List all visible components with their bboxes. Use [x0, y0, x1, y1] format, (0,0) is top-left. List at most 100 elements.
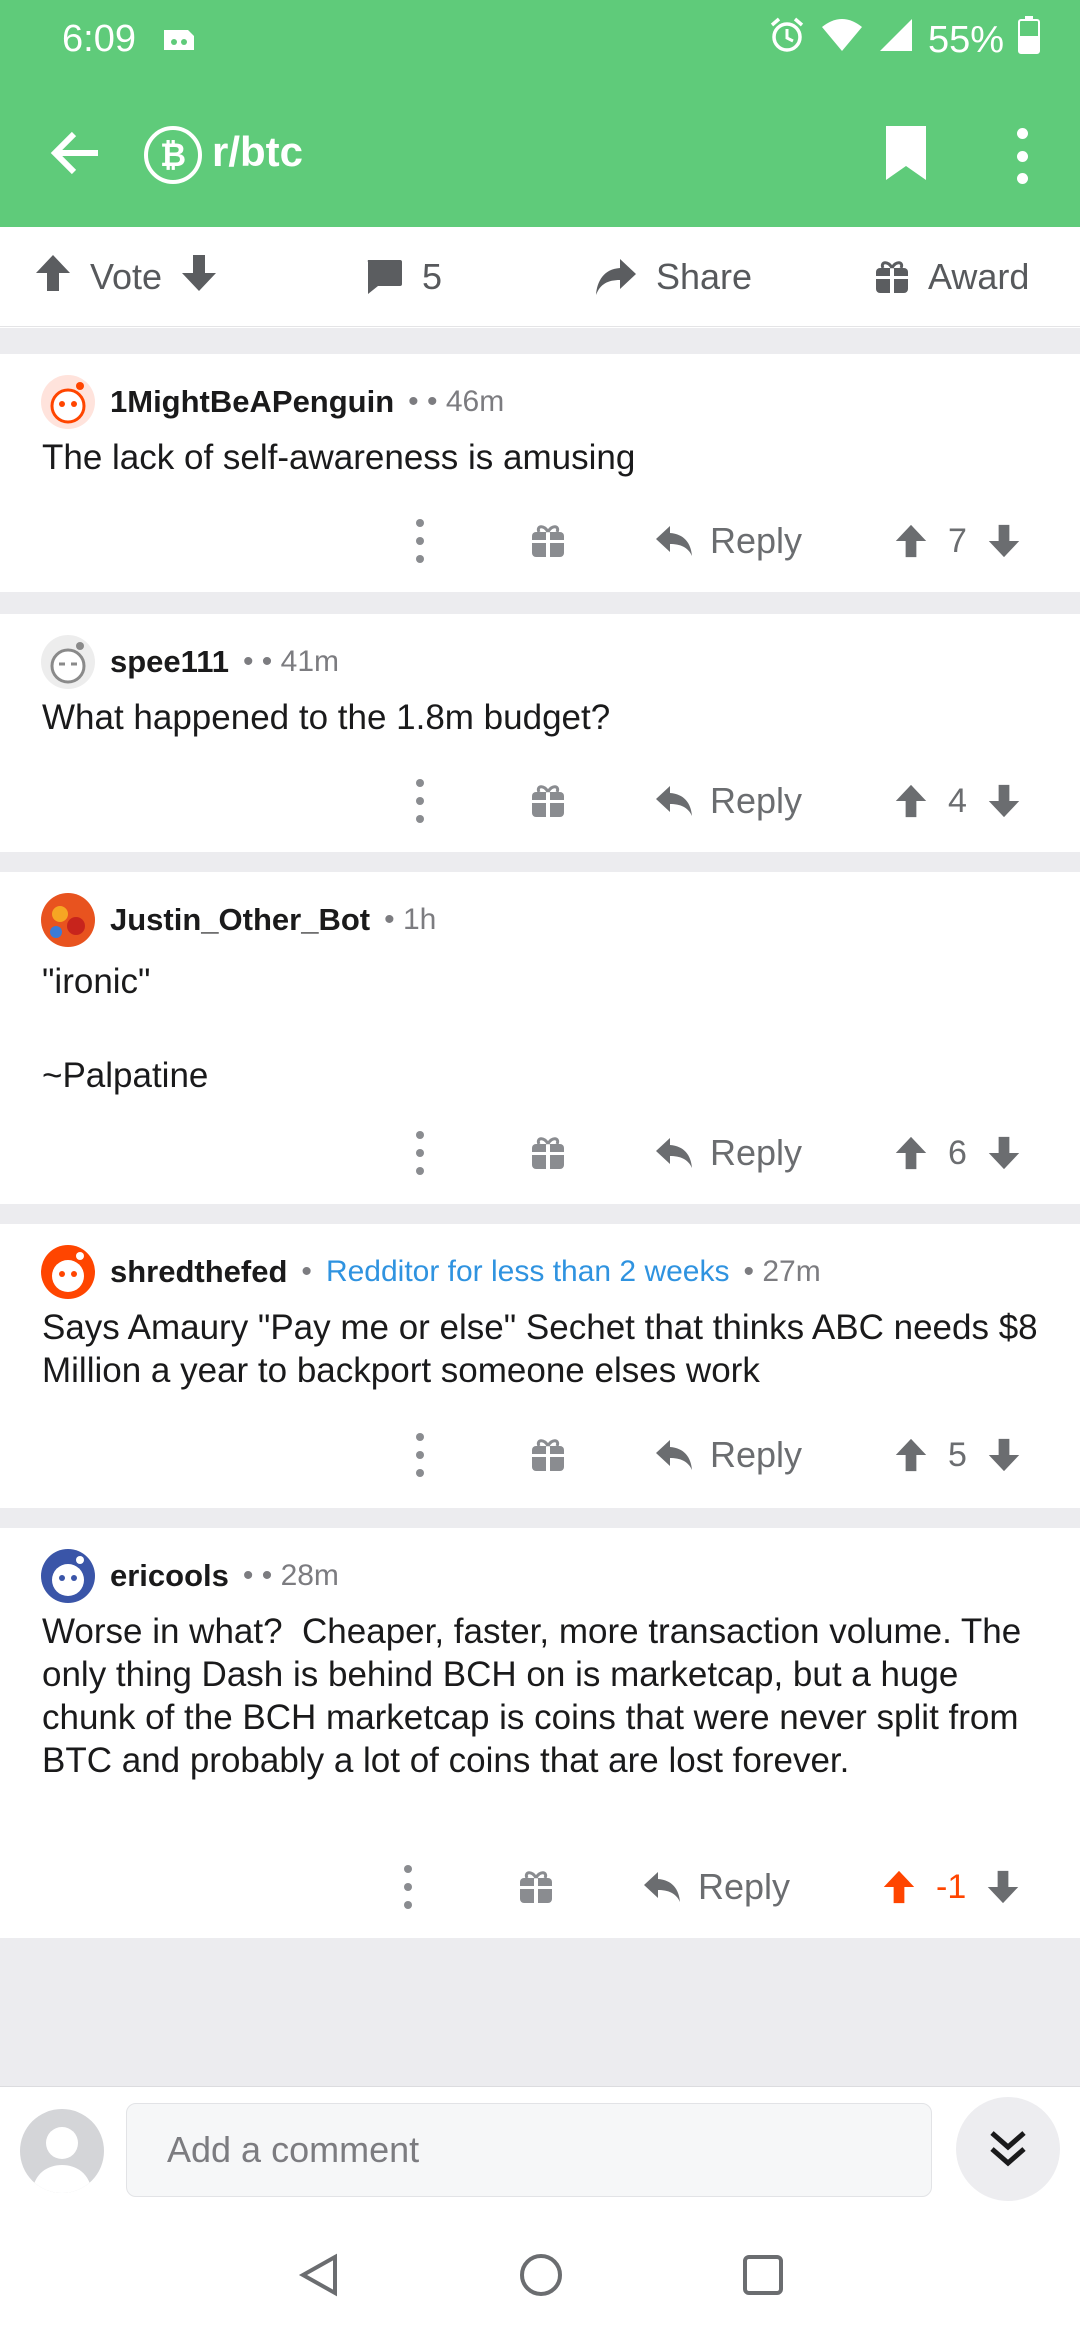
wifi-icon [820, 17, 864, 63]
upvote-arrow-icon[interactable] [894, 523, 928, 559]
downvote-arrow-icon[interactable] [987, 783, 1021, 819]
reply-label: Reply [710, 780, 803, 821]
reply-button[interactable]: Reply [654, 506, 802, 576]
user-avatar[interactable] [20, 2109, 104, 2193]
comments-count-button[interactable]: 5 [364, 227, 442, 327]
comment-header: shredthefed • Redditor for less than 2 w… [40, 1244, 821, 1300]
comment-bubble-icon [367, 260, 402, 294]
comment-actions: Reply 5 [0, 1420, 1080, 1490]
back-button[interactable] [40, 118, 110, 188]
downvote-arrow-icon[interactable] [987, 1437, 1021, 1473]
comment-actions: Reply -1 [0, 1852, 1080, 1922]
toolbar: ₿ r/btc [0, 84, 1080, 227]
upvote-arrow-icon[interactable] [894, 783, 928, 819]
comment-score: 5 [948, 1435, 967, 1474]
battery-percent: 55% [927, 18, 1004, 61]
divider [0, 1508, 1080, 1528]
comment-meta: • • 41m [242, 645, 340, 678]
comment-author[interactable]: Justin_Other_Bot [110, 902, 370, 938]
award-button[interactable]: Award [874, 227, 1029, 327]
comment-author[interactable]: ericools [110, 1558, 229, 1594]
comment: 1MightBeAPenguin • • 46m The lack of sel… [0, 354, 1080, 592]
battery-icon [1018, 16, 1040, 64]
downvote-button[interactable] [180, 253, 218, 302]
comment-vote: 5 [894, 1420, 1021, 1490]
subreddit-icon[interactable]: ₿ [144, 126, 202, 184]
comment-more-button[interactable] [410, 1433, 430, 1477]
comments-count: 5 [422, 256, 443, 297]
gift-icon [876, 261, 908, 293]
upvote-arrow-icon[interactable] [894, 1135, 928, 1171]
comment-vote: 4 [894, 766, 1021, 836]
bookmark-button[interactable] [882, 124, 942, 188]
reply-button[interactable]: Reply [654, 1420, 802, 1490]
vote-label: Vote [90, 256, 163, 297]
comment-vote: 6 [894, 1118, 1021, 1188]
avatar[interactable] [40, 892, 96, 948]
comment-composer [0, 2086, 1080, 2210]
user-silhouette-icon [32, 2127, 92, 2193]
comment-actions: Reply 4 [0, 766, 1080, 836]
nav-back-button[interactable] [286, 2242, 352, 2308]
comment-body: What happened to the 1.8m budget? [42, 698, 611, 737]
upvote-button[interactable] [34, 253, 72, 302]
downvote-arrow-icon[interactable] [987, 1135, 1021, 1171]
reply-arrow-icon [656, 1440, 692, 1470]
share-arrow-icon [596, 259, 636, 295]
subreddit-name[interactable]: r/btc [212, 128, 303, 176]
double-chevron-down-icon [990, 2131, 1026, 2167]
avatar[interactable] [40, 634, 96, 690]
gift-icon[interactable] [530, 1135, 566, 1171]
comment-meta: • 1h [384, 903, 437, 936]
award-label: Award [928, 256, 1030, 297]
comment-body: "ironic" ~Palpatine [42, 962, 209, 1095]
comment-score: 6 [948, 1133, 967, 1172]
avatar[interactable] [40, 1548, 96, 1604]
divider [0, 592, 1080, 614]
comment-author[interactable]: spee111 [110, 644, 229, 680]
gift-icon[interactable] [530, 1437, 566, 1473]
reply-arrow-icon [644, 1872, 680, 1902]
reply-label: Reply [698, 1866, 791, 1907]
comment: Justin_Other_Bot • 1h "ironic" ~Palpatin… [0, 872, 1080, 1204]
comment-more-button[interactable] [410, 519, 430, 563]
comment-author[interactable]: 1MightBeAPenguin [110, 384, 394, 420]
downvote-arrow-icon [182, 254, 217, 291]
more-options-button[interactable] [1000, 124, 1044, 188]
avatar[interactable] [40, 374, 96, 430]
upvote-arrow-icon[interactable] [894, 1437, 928, 1473]
reply-button[interactable]: Reply [654, 766, 802, 836]
gift-icon[interactable] [518, 1869, 554, 1905]
nav-recents-button[interactable] [730, 2242, 796, 2308]
comment-time: • 27m [743, 1255, 821, 1288]
comment-author[interactable]: shredthefed [110, 1254, 287, 1290]
nav-home-button[interactable] [508, 2242, 574, 2308]
jump-to-bottom-button[interactable] [956, 2097, 1060, 2201]
avatar[interactable] [40, 1244, 96, 1300]
triangle-back-icon [298, 2253, 337, 2297]
upvote-arrow-icon [36, 254, 70, 291]
reply-button[interactable]: Reply [654, 1118, 802, 1188]
comment-vote: 7 [894, 506, 1021, 576]
comment-more-button[interactable] [410, 1131, 430, 1175]
comment-meta: • [301, 1255, 312, 1288]
comment-more-button[interactable] [410, 779, 430, 823]
status-indicators: 55% [768, 16, 1040, 64]
comment-score: 4 [948, 781, 967, 820]
comment-more-button[interactable] [398, 1865, 418, 1909]
comment-score: 7 [948, 521, 967, 560]
reply-label: Reply [710, 1434, 803, 1475]
comment: spee111 • • 41m What happened to the 1.8… [0, 614, 1080, 852]
add-comment-input[interactable] [126, 2103, 932, 2197]
gift-icon[interactable] [530, 783, 566, 819]
app-header: 6:09 55% ₿ r/btc [0, 0, 1080, 227]
upvote-arrow-icon[interactable] [882, 1869, 916, 1905]
gift-icon[interactable] [530, 523, 566, 559]
share-button[interactable]: Share [594, 227, 752, 327]
reply-arrow-icon [656, 1138, 692, 1168]
comment: ericools • • 28m Worse in what? Cheaper,… [0, 1528, 1080, 1938]
downvote-arrow-icon[interactable] [987, 523, 1021, 559]
downvote-arrow-icon[interactable] [986, 1869, 1020, 1905]
reply-button[interactable]: Reply [642, 1852, 790, 1922]
system-nav-bar [0, 2210, 1080, 2340]
